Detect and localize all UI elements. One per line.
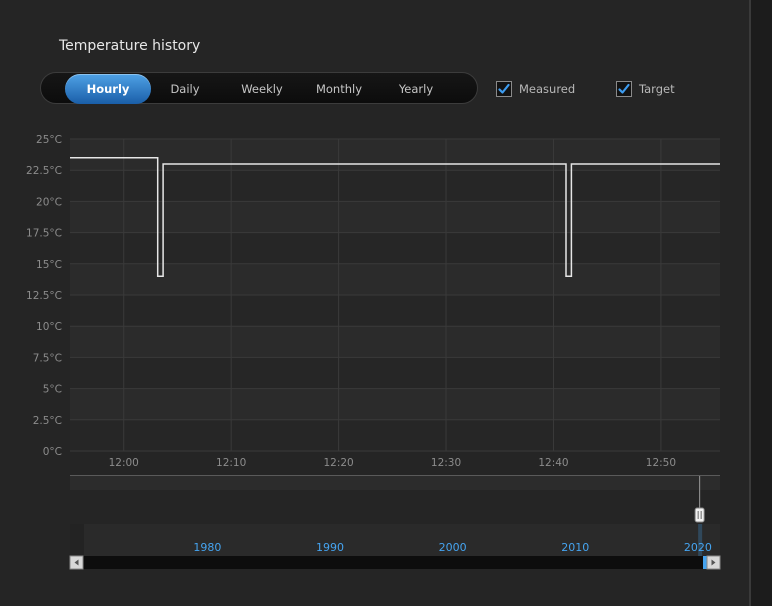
navigator-selection xyxy=(698,524,703,556)
navigator[interactable]: 1980 1990 2000 2010 2020 xyxy=(69,475,721,570)
navigator-handle[interactable] xyxy=(694,507,705,523)
y-tick-label: 25°C xyxy=(36,134,62,146)
navigator-tick-label: 2020 xyxy=(684,541,712,554)
y-tick-label: 7.5°C xyxy=(33,352,62,364)
plot-band xyxy=(70,295,720,327)
navigator-tick-label: 1990 xyxy=(316,541,344,554)
y-tick-label: 10°C xyxy=(36,321,62,333)
y-tick-label: 22.5°C xyxy=(26,165,62,177)
y-tick-label: 0°C xyxy=(43,446,62,458)
x-tick-label: 12:00 xyxy=(109,457,139,469)
x-tick-label: 12:20 xyxy=(323,457,353,469)
y-axis-labels: 0°C 2.5°C 5°C 7.5°C 10°C 12.5°C 15°C 17.5°C 20°C… xyxy=(26,134,62,458)
x-axis-labels: 12:00 12:10 12:20 12:30 12:40 12:50 xyxy=(109,457,676,469)
plot-band xyxy=(70,232,720,264)
y-tick-label: 5°C xyxy=(43,384,62,396)
plot-band xyxy=(70,263,720,295)
y-tick-label: 2.5°C xyxy=(33,415,62,427)
right-strip xyxy=(751,0,772,606)
plot-band xyxy=(70,170,720,202)
plot-band xyxy=(70,139,720,171)
temperature-chart: 0°C 2.5°C 5°C 7.5°C 10°C 12.5°C 15°C 17.5°C 20°C… xyxy=(26,134,721,570)
plot-band xyxy=(70,388,720,420)
navigator-mask-band xyxy=(70,476,720,490)
x-tick-label: 12:50 xyxy=(646,457,676,469)
scroll-thumb[interactable] xyxy=(703,556,707,569)
x-tick-label: 12:30 xyxy=(431,457,461,469)
x-tick-label: 12:10 xyxy=(216,457,246,469)
navigator-left-mask xyxy=(70,524,84,556)
plot-band xyxy=(70,357,720,389)
navigator-plot xyxy=(70,524,720,556)
navigator-tick-label: 2000 xyxy=(439,541,467,554)
y-tick-label: 20°C xyxy=(36,196,62,208)
y-tick-label: 15°C xyxy=(36,259,62,271)
navigator-tick-label: 2010 xyxy=(561,541,589,554)
x-tick-label: 12:40 xyxy=(538,457,568,469)
navigator-tick-label: 1980 xyxy=(193,541,221,554)
y-tick-label: 12.5°C xyxy=(26,290,62,302)
plot-band xyxy=(70,326,720,358)
plot-band xyxy=(70,201,720,233)
navigator-scrollbar[interactable] xyxy=(70,556,720,569)
y-tick-label: 17.5°C xyxy=(26,228,62,240)
plot-band xyxy=(70,419,720,451)
